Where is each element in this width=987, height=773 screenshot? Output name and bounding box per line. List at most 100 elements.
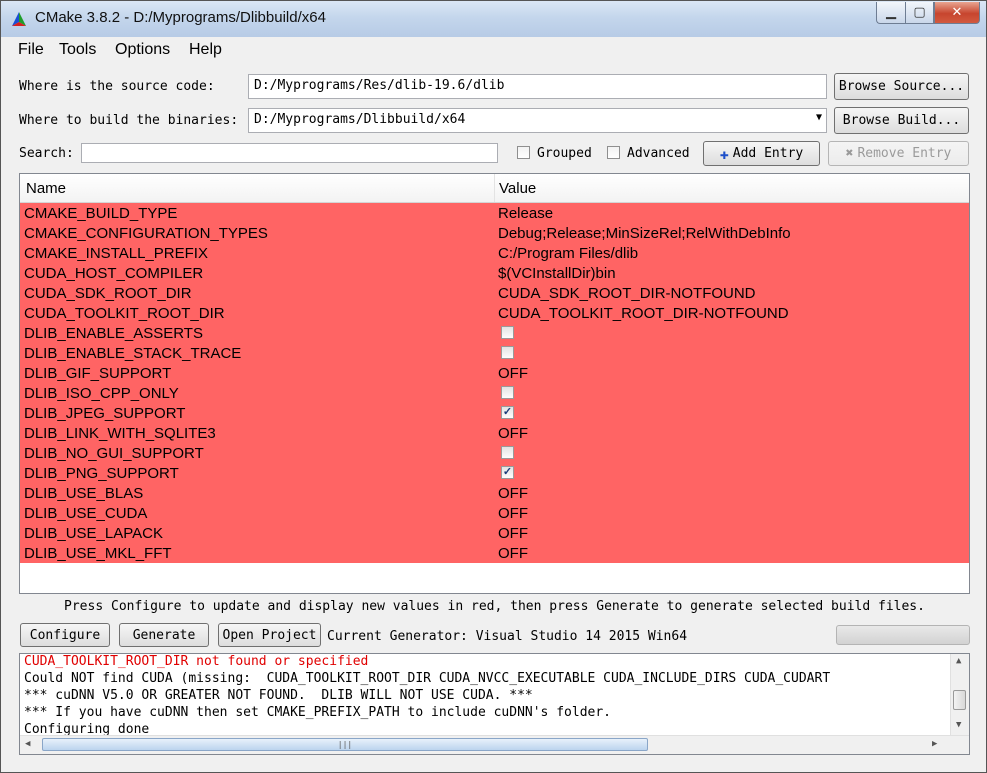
log-line: *** cuDNN V5.0 OR GREATER NOT FOUND. DLI… [24, 688, 533, 703]
cell-value[interactable]: OFF [498, 365, 528, 382]
table-row[interactable]: DLIB_LINK_WITH_SQLITE3 OFF [20, 423, 969, 443]
table-row[interactable]: DLIB_USE_MKL_FFT OFF [20, 543, 969, 563]
title-bar[interactable]: CMake 3.8.2 - D:/Myprograms/Dlibbuild/x6… [1, 1, 986, 37]
cache-table: Name Value CMAKE_BUILD_TYPE Release CMAKE_… [19, 173, 970, 594]
table-row[interactable]: DLIB_USE_LAPACK OFF [20, 523, 969, 543]
cell-name: CUDA_TOOLKIT_ROOT_DIR [24, 305, 225, 322]
column-divider[interactable] [494, 174, 495, 202]
unchecked-checkbox[interactable] [501, 386, 514, 399]
cell-name: DLIB_ISO_CPP_ONLY [24, 385, 179, 402]
remove-entry-label: Remove Entry [857, 146, 952, 161]
horizontal-scroll-thumb[interactable]: ||| [42, 738, 648, 751]
scroll-down-icon[interactable]: ▼ [956, 720, 961, 730]
table-row[interactable]: DLIB_PNG_SUPPORT ✓ [20, 463, 969, 483]
table-row[interactable]: CMAKE_CONFIGURATION_TYPES Debug;Release;M… [20, 223, 969, 243]
generate-button[interactable]: Generate [119, 623, 209, 647]
cell-name: DLIB_PNG_SUPPORT [24, 465, 179, 482]
table-row[interactable]: DLIB_ENABLE_STACK_TRACE [20, 343, 969, 363]
window-controls: ▁ ▢ ✕ [876, 2, 980, 24]
cell-value[interactable]: CUDA_TOOLKIT_ROOT_DIR-NOTFOUND [498, 305, 789, 322]
scroll-right-icon[interactable]: ▶ [932, 739, 937, 749]
cell-value[interactable]: OFF [498, 505, 528, 522]
menu-options[interactable]: Options [115, 41, 170, 59]
remove-icon: ✖ [845, 146, 854, 161]
cmake-triangle-icon [12, 12, 26, 26]
table-row[interactable]: DLIB_USE_BLAS OFF [20, 483, 969, 503]
cell-value[interactable]: Release [498, 205, 553, 222]
checked-checkbox[interactable]: ✓ [501, 466, 514, 479]
source-path-input[interactable]: D:/Myprograms/Res/dlib-19.6/dlib [248, 74, 827, 99]
grouped-checkbox[interactable] [517, 146, 530, 159]
maximize-button[interactable]: ▢ [905, 2, 934, 24]
table-row[interactable]: DLIB_JPEG_SUPPORT ✓ [20, 403, 969, 423]
build-label: Where to build the binaries: [19, 113, 239, 128]
cell-name: DLIB_USE_BLAS [24, 485, 144, 502]
log-horizontal-scrollbar[interactable]: ◀ ||| ▶ [20, 735, 969, 754]
log-error-line: CUDA_TOOLKIT_ROOT_DIR not found or speci… [24, 654, 369, 669]
unchecked-checkbox[interactable] [501, 446, 514, 459]
menu-file[interactable]: File [18, 41, 44, 59]
cell-name: DLIB_LINK_WITH_SQLITE3 [24, 425, 216, 442]
configure-hint: Press Configure to update and display ne… [64, 599, 925, 614]
cell-name: CMAKE_BUILD_TYPE [24, 205, 178, 222]
cell-name: DLIB_USE_CUDA [24, 505, 148, 522]
table-row[interactable]: DLIB_GIF_SUPPORT OFF [20, 363, 969, 383]
column-header-value[interactable]: Value [499, 180, 536, 197]
browse-build-button[interactable]: Browse Build... [834, 107, 969, 134]
cell-value[interactable]: OFF [498, 545, 528, 562]
cell-name: CUDA_HOST_COMPILER [24, 265, 204, 282]
add-entry-button[interactable]: ✚ Add Entry [703, 141, 820, 166]
cell-name: CMAKE_CONFIGURATION_TYPES [24, 225, 268, 242]
cell-value[interactable]: $(VCInstallDir)bin [498, 265, 616, 282]
add-entry-label: Add Entry [732, 146, 804, 161]
table-row[interactable]: CUDA_SDK_ROOT_DIR CUDA_SDK_ROOT_DIR-NOTFO… [20, 283, 969, 303]
unchecked-checkbox[interactable] [501, 346, 514, 359]
advanced-checkbox[interactable] [607, 146, 620, 159]
cell-name: DLIB_USE_MKL_FFT [24, 545, 172, 562]
menu-help[interactable]: Help [189, 41, 222, 59]
table-row[interactable]: DLIB_ISO_CPP_ONLY [20, 383, 969, 403]
cell-value[interactable]: OFF [498, 485, 528, 502]
dropdown-arrow-icon[interactable]: ▼ [816, 112, 822, 123]
table-row[interactable]: CMAKE_BUILD_TYPE Release [20, 203, 969, 223]
open-project-button[interactable]: Open Project [218, 623, 321, 647]
progress-bar [836, 625, 970, 645]
checked-checkbox[interactable]: ✓ [501, 406, 514, 419]
minimize-button[interactable]: ▁ [876, 2, 905, 24]
cell-name: CUDA_SDK_ROOT_DIR [24, 285, 192, 302]
table-row[interactable]: CUDA_TOOLKIT_ROOT_DIR CUDA_TOOLKIT_ROOT_D… [20, 303, 969, 323]
cell-value[interactable]: CUDA_SDK_ROOT_DIR-NOTFOUND [498, 285, 756, 302]
source-label: Where is the source code: [19, 79, 215, 94]
log-vertical-scrollbar[interactable]: ▲ ▼ [950, 654, 969, 736]
table-row[interactable]: DLIB_NO_GUI_SUPPORT [20, 443, 969, 463]
minimize-icon: ▁ [886, 5, 896, 20]
build-path-combobox[interactable]: D:/Myprograms/Dlibbuild/x64 ▼ [248, 108, 827, 133]
search-label: Search: [19, 146, 74, 161]
cell-value[interactable]: OFF [498, 425, 528, 442]
table-row[interactable]: CUDA_HOST_COMPILER $(VCInstallDir)bin [20, 263, 969, 283]
cell-value[interactable]: OFF [498, 525, 528, 542]
search-input[interactable] [81, 143, 498, 163]
scroll-left-icon[interactable]: ◀ [25, 739, 30, 749]
scroll-up-icon[interactable]: ▲ [956, 656, 961, 666]
log-line: *** If you have cuDNN then set CMAKE_PRE… [24, 705, 611, 720]
column-header-name[interactable]: Name [26, 180, 66, 197]
cell-value[interactable]: C:/Program Files/dlib [498, 245, 638, 262]
vertical-scroll-thumb[interactable] [953, 690, 966, 710]
output-log[interactable]: CUDA_TOOLKIT_ROOT_DIR not found or speci… [19, 653, 970, 755]
remove-entry-button[interactable]: ✖ Remove Entry [828, 141, 969, 166]
cell-value[interactable]: Debug;Release;MinSizeRel;RelWithDebInfo [498, 225, 791, 242]
browse-source-button[interactable]: Browse Source... [834, 73, 969, 100]
close-button[interactable]: ✕ [934, 2, 980, 24]
table-row[interactable]: DLIB_ENABLE_ASSERTS [20, 323, 969, 343]
cell-name: DLIB_GIF_SUPPORT [24, 365, 172, 382]
table-row[interactable]: CMAKE_INSTALL_PREFIX C:/Program Files/dli… [20, 243, 969, 263]
table-row[interactable]: DLIB_USE_CUDA OFF [20, 503, 969, 523]
close-icon: ✕ [951, 5, 963, 20]
table-header: Name Value [20, 174, 969, 203]
cell-name: DLIB_ENABLE_ASSERTS [24, 325, 203, 342]
build-path-value: D:/Myprograms/Dlibbuild/x64 [254, 112, 466, 127]
unchecked-checkbox[interactable] [501, 326, 514, 339]
configure-button[interactable]: Configure [20, 623, 110, 647]
menu-tools[interactable]: Tools [59, 41, 96, 59]
